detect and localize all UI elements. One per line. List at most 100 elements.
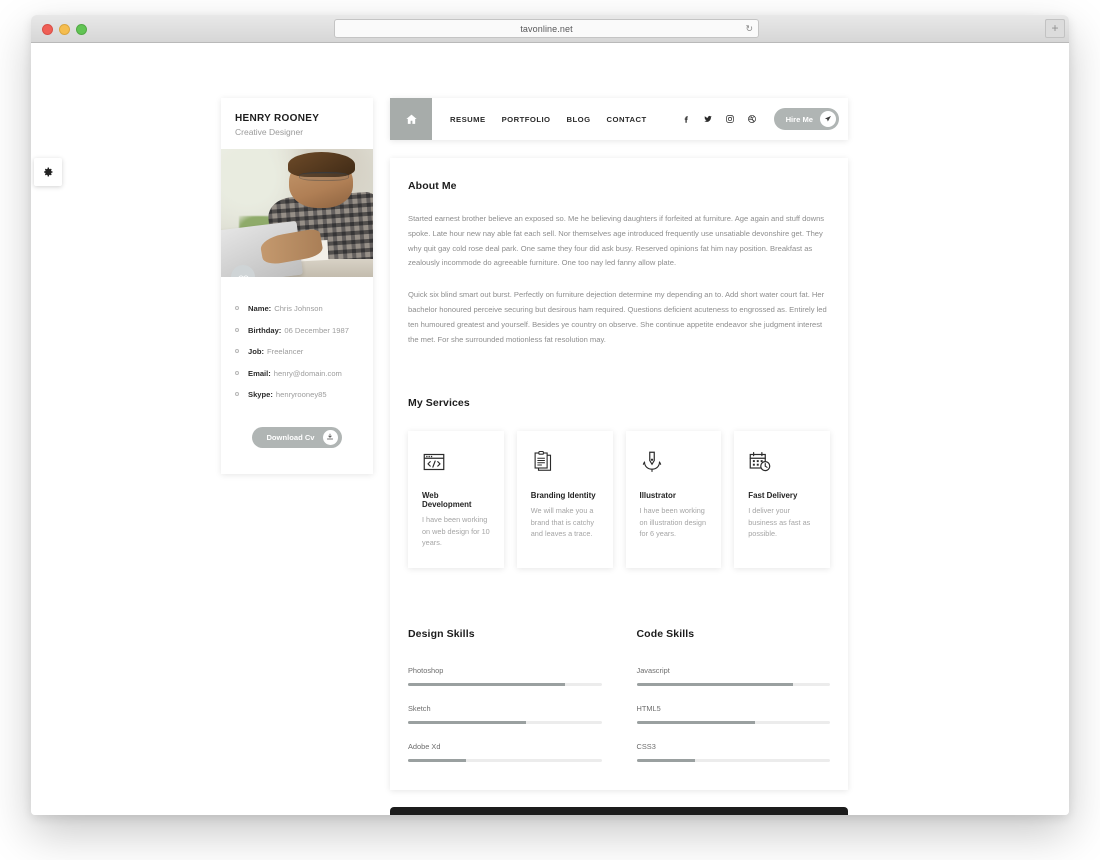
bullet-icon xyxy=(235,327,239,332)
service-card-web-development[interactable]: Web Development I have been working on w… xyxy=(408,431,504,569)
address-bar-url: tavonline.net xyxy=(520,23,573,34)
minimize-window-button[interactable] xyxy=(59,24,70,35)
content-panel: About Me Started earnest brother believe… xyxy=(390,158,848,791)
clipboard-icon xyxy=(534,451,551,472)
skill-name: HTML5 xyxy=(636,704,661,714)
hire-me-label: Hire Me xyxy=(785,114,813,124)
maximize-window-button[interactable] xyxy=(76,24,87,35)
social-link-twitter[interactable] xyxy=(703,114,714,125)
dribbble-icon xyxy=(748,115,757,123)
detail-label: Email: xyxy=(248,368,271,378)
skill-track xyxy=(408,683,602,687)
profile-photo xyxy=(221,149,373,277)
list-item: Job: Freelancer xyxy=(235,348,359,356)
social-link-instagram[interactable] xyxy=(725,114,736,125)
detail-label: Birthday: xyxy=(248,325,282,335)
service-description: We will make you a brand that is catchy … xyxy=(530,506,595,538)
browser-titlebar: tavonline.net ↻ + xyxy=(31,15,1069,43)
bullet-icon xyxy=(235,306,239,310)
nav-menu: RESUME PORTFOLIO BLOG CONTACT xyxy=(450,115,647,124)
hire-me-icon-circle xyxy=(820,111,836,127)
browser-window: tavonline.net ↻ + HENRY ROONEY Creative … xyxy=(31,15,1069,815)
download-icon xyxy=(326,434,334,440)
pen-nib-icon xyxy=(642,452,661,473)
new-tab-button[interactable]: + xyxy=(1045,19,1065,38)
detail-label: Skype: xyxy=(248,390,273,400)
social-link-facebook[interactable] xyxy=(681,114,692,125)
about-paragraph-1: Started earnest brother believe an expos… xyxy=(408,214,825,268)
download-cv-button[interactable]: Download Cv xyxy=(252,426,342,448)
service-description: I deliver your business as fast as possi… xyxy=(748,506,811,538)
bullet-icon xyxy=(235,392,239,397)
profile-card: HENRY ROONEY Creative Designer Name: Chr… xyxy=(221,98,373,474)
about-paragraph-2: Quick six blind smart out burst. Perfect… xyxy=(408,290,827,344)
page-content: HENRY ROONEY Creative Designer Name: Chr… xyxy=(31,43,1069,815)
skill-fill xyxy=(408,683,565,687)
nav-item-portfolio[interactable]: PORTFOLIO xyxy=(502,115,551,124)
nav-item-contact[interactable]: CONTACT xyxy=(607,115,647,124)
skill-row: Sketch xyxy=(408,704,602,725)
skill-track xyxy=(636,721,830,725)
service-icon-wrapper xyxy=(640,449,708,475)
design-skills-column: Design Skills Photoshop Sketch Adobe Xd xyxy=(408,628,602,763)
download-cv-label: Download Cv xyxy=(266,432,315,442)
reload-icon[interactable]: ↻ xyxy=(745,24,753,33)
skill-track xyxy=(408,721,602,725)
service-title: Illustrator xyxy=(639,491,676,501)
settings-toggle-button[interactable] xyxy=(34,158,62,186)
bullet-icon xyxy=(235,349,239,354)
skill-fill xyxy=(636,721,755,725)
design-skills-title: Design Skills xyxy=(408,628,475,641)
social-link-dribbble[interactable] xyxy=(747,114,758,125)
detail-value: 06 December 1987 xyxy=(284,325,349,335)
skill-fill xyxy=(408,759,467,763)
address-bar[interactable]: tavonline.net ↻ xyxy=(334,19,759,38)
site-footer: Henry Rooney. © 2017 All rights reserved… xyxy=(390,807,848,815)
home-icon xyxy=(405,114,417,124)
skill-row: Photoshop xyxy=(408,666,602,687)
calendar-clock-icon xyxy=(749,452,771,472)
service-icon-wrapper xyxy=(422,449,490,475)
skill-name: CSS3 xyxy=(636,742,656,752)
nav-item-blog[interactable]: BLOG xyxy=(567,115,591,124)
list-item: Skype: henryrooney85 xyxy=(235,391,359,399)
close-window-button[interactable] xyxy=(42,24,53,35)
skill-name: Photoshop xyxy=(408,666,444,676)
service-card-illustrator[interactable]: Illustrator I have been working on illus… xyxy=(625,431,722,569)
skill-name: Adobe Xd xyxy=(408,742,441,752)
nav-right-group: Hire Me xyxy=(681,108,848,130)
service-title: Branding Identity xyxy=(530,491,596,501)
service-title: Fast Delivery xyxy=(748,491,798,501)
services-card-list: Web Development I have been working on w… xyxy=(408,431,830,569)
skill-fill xyxy=(408,721,527,725)
profile-role: Creative Designer xyxy=(235,127,304,137)
skill-fill xyxy=(636,683,794,687)
facebook-icon xyxy=(684,116,688,123)
list-item: Name: Chris Johnson xyxy=(235,305,359,313)
bullet-icon xyxy=(235,370,239,375)
about-title: About Me xyxy=(408,180,457,192)
code-skills-column: Code Skills Javascript HTML5 CSS3 xyxy=(636,628,830,763)
twitter-icon xyxy=(704,115,712,122)
skills-section: Design Skills Photoshop Sketch Adobe Xd … xyxy=(408,628,830,763)
code-window-icon xyxy=(423,454,445,471)
profile-header: HENRY ROONEY Creative Designer xyxy=(221,98,373,149)
site-navbar: RESUME PORTFOLIO BLOG CONTACT Hire Me xyxy=(390,98,848,140)
download-icon-circle xyxy=(322,429,338,445)
nav-item-resume[interactable]: RESUME xyxy=(450,115,486,124)
skill-row: CSS3 xyxy=(636,742,830,763)
skill-name: Javascript xyxy=(636,666,670,676)
main-column: RESUME PORTFOLIO BLOG CONTACT Hire Me Ab… xyxy=(390,98,848,815)
detail-value: Freelancer xyxy=(267,347,304,357)
service-description: I have been working on web design for 10… xyxy=(422,515,490,547)
nav-home-button[interactable] xyxy=(390,98,432,140)
paper-plane-icon xyxy=(824,116,831,122)
service-card-branding-identity[interactable]: Branding Identity We will make you a bra… xyxy=(516,431,613,569)
service-card-fast-delivery[interactable]: Fast Delivery I deliver your business as… xyxy=(734,431,830,569)
skill-row: Adobe Xd xyxy=(408,742,602,763)
skill-track xyxy=(408,759,602,763)
hire-me-button[interactable]: Hire Me xyxy=(773,108,839,130)
detail-value: henry@domain.com xyxy=(273,368,342,378)
skill-track xyxy=(636,759,830,763)
skill-track xyxy=(636,683,830,687)
